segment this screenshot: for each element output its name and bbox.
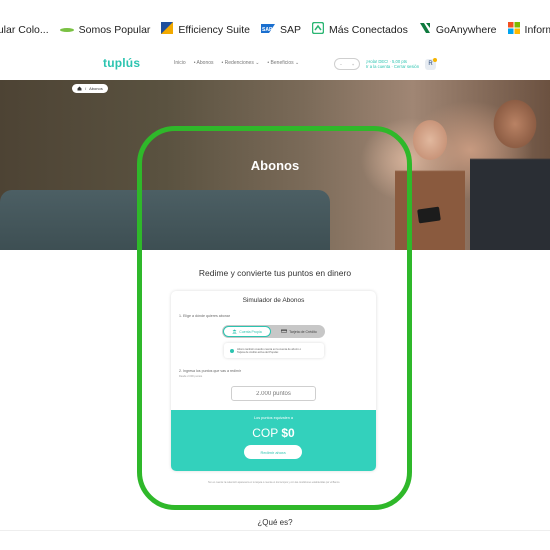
breadcrumb: / Abonos: [72, 84, 108, 93]
option-cuenta-propia[interactable]: Cuenta Propia: [223, 326, 271, 337]
account-info[interactable]: ¡Hola! DEC! · 5,00 pts Ir a la cuenta · …: [366, 59, 419, 69]
result-value: COP $0: [252, 426, 295, 440]
bookmark-item[interactable]: Más Conectados: [311, 21, 408, 37]
page: pular Colo... Somos Popular Efficiency S…: [0, 0, 550, 550]
bookmark-item[interactable]: Efficiency Suite: [161, 22, 250, 37]
nav-item-beneficios[interactable]: • Beneficios ⌄: [267, 60, 299, 66]
theme-toggle[interactable]: − +: [334, 58, 360, 70]
info-icon: [230, 348, 234, 353]
leaf-icon: [59, 24, 74, 36]
points-input[interactable]: [231, 386, 316, 401]
step2-label: 2. Ingresa los puntos que vas a redimir: [179, 369, 241, 373]
section-title-what-is: ¿Qué es?: [257, 518, 293, 527]
bookmark-label: GoAnywhere: [435, 23, 497, 36]
bookmark-label: Somos Popular: [78, 23, 151, 36]
step2-hint: Desde 2.000 puntos: [179, 375, 203, 378]
result-amount: $0: [281, 426, 295, 440]
step1-label: 1. Elige a dónde quieres abonar: [179, 314, 230, 318]
suite-icon: [161, 22, 174, 37]
bookmark-item[interactable]: Informe_Se: [507, 22, 550, 37]
teams-icon: [311, 21, 325, 37]
nav-item-redenciones[interactable]: • Redenciones ⌄: [222, 60, 260, 66]
hero-banner: / Abonos Abonos: [0, 80, 550, 250]
bookmark-item[interactable]: pular Colo...: [0, 24, 49, 36]
svg-text:SAP: SAP: [262, 27, 273, 33]
main-nav: Inicio • Abonos • Redenciones ⌄ • Benefi…: [174, 60, 299, 66]
nav-item-inicio[interactable]: Inicio: [174, 60, 186, 66]
page-title: Redime y convierte tus puntos en dinero: [198, 268, 352, 278]
redeem-now-button[interactable]: Redimir ahora: [244, 445, 302, 459]
result-panel: Los puntos equivalen a COP $0 Redimir ah…: [171, 410, 376, 471]
credit-card-icon: [281, 329, 288, 334]
bookmark-item[interactable]: GoAnywhere: [419, 22, 497, 37]
nav-item-abonos[interactable]: • Abonos: [194, 60, 214, 66]
simulator-title: Simulador de Abonos: [242, 297, 305, 304]
result-label: Los puntos equivalen a: [253, 416, 294, 420]
minus-icon: −: [339, 61, 343, 67]
option-label: Tarjeta de Crédito: [289, 329, 317, 334]
info-note: Abono también cuando cuenta en la cuenta…: [224, 343, 324, 358]
hero-woman-image: [395, 110, 465, 250]
breadcrumb-current: Abonos: [89, 86, 103, 91]
bookmark-label: Efficiency Suite: [178, 23, 251, 36]
bookmark-label: SAP: [280, 23, 302, 36]
microsoft-icon: [507, 22, 520, 37]
bookmark-item[interactable]: Somos Popular: [59, 23, 151, 36]
info-text: Tarjeta de crédito activa del Popular.: [237, 350, 279, 354]
tuplus-logo[interactable]: tuplús: [103, 56, 140, 70]
simulator-card: Simulador de Abonos 1. Elige a dónde qui…: [171, 291, 376, 471]
option-tarjeta-credito[interactable]: Tarjeta de Crédito: [274, 326, 324, 337]
cart-icon[interactable]: R: [425, 57, 438, 70]
option-label: Cuenta Propia: [239, 329, 262, 334]
account-links: Ir a la cuenta · Cerrar sesión: [366, 64, 420, 69]
sap-icon: SAP: [261, 23, 276, 36]
bookmark-label: Informe_Se: [524, 23, 550, 36]
site-header: tuplús Inicio • Abonos • Redenciones ⌄ •…: [0, 48, 550, 80]
disclaimer-text: Ten en cuenta: la redención aparecerá en…: [207, 481, 341, 484]
bookmark-label: pular Colo...: [0, 23, 49, 36]
hero-sofa-image: [0, 190, 330, 250]
goanywhere-icon: [419, 22, 431, 37]
plus-icon: +: [351, 61, 355, 67]
hero-title: Abonos: [250, 158, 300, 173]
bank-icon: [232, 329, 237, 335]
header-account-area: − + ¡Hola! DEC! · 5,00 pts Ir a la cuent…: [334, 56, 444, 72]
section-divider: [0, 530, 550, 531]
home-icon[interactable]: [77, 86, 82, 92]
bookmark-label: Más Conectados: [329, 23, 408, 36]
destination-selector: Cuenta Propia Tarjeta de Crédito: [222, 325, 325, 338]
bookmark-item[interactable]: SAP SAP: [261, 23, 302, 36]
